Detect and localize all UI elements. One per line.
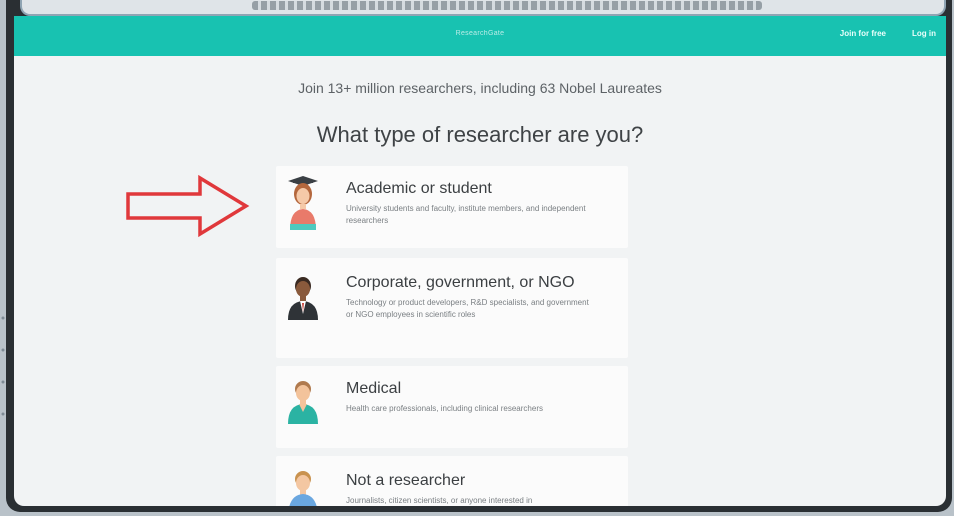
- card-title: Academic or student: [346, 180, 492, 197]
- join-free-link[interactable]: Join for free: [840, 29, 886, 38]
- login-link[interactable]: Log in: [912, 29, 936, 38]
- card-title: Corporate, government, or NGO: [346, 274, 575, 291]
- card-title: Not a researcher: [346, 472, 466, 489]
- card-title: Medical: [346, 380, 402, 397]
- brand-logo[interactable]: ResearchGate: [14, 30, 946, 37]
- non-researcher-avatar-icon: [289, 471, 317, 506]
- page-viewport: ResearchGate Join for free Log in Join 1…: [14, 16, 946, 506]
- researcher-type-non-researcher-option[interactable]: Not a researcher Journalists, citizen sc…: [276, 456, 628, 506]
- corporate-avatar-icon: [288, 277, 318, 320]
- academic-avatar-icon: [288, 176, 318, 230]
- blurred-address-bar: [252, 1, 762, 10]
- medical-avatar-icon: [288, 381, 318, 424]
- card-description: Health care professionals, including cli…: [346, 404, 543, 413]
- red-arrow-icon: [126, 174, 250, 238]
- researcher-type-corporate-option[interactable]: Corporate, government, or NGO Technology…: [276, 258, 628, 358]
- page-title: What type of researcher are you?: [316, 122, 644, 147]
- card-description: Journalists, citizen scientists, or anyo…: [346, 496, 533, 505]
- card-description: University students and faculty, institu…: [346, 204, 586, 225]
- left-edge-decoration: [1, 316, 5, 416]
- browser-top-strip: [20, 0, 946, 16]
- top-navigation-bar: ResearchGate Join for free Log in: [14, 16, 946, 56]
- card-description: Technology or product developers, R&D sp…: [346, 298, 589, 319]
- signup-stats-text: Join 13+ million researchers, including …: [298, 80, 662, 96]
- monitor-frame: ResearchGate Join for free Log in Join 1…: [6, 0, 952, 512]
- researcher-type-academic-option[interactable]: Academic or student University students …: [276, 166, 628, 248]
- researcher-type-medical-option[interactable]: Medical Health care professionals, inclu…: [276, 366, 628, 448]
